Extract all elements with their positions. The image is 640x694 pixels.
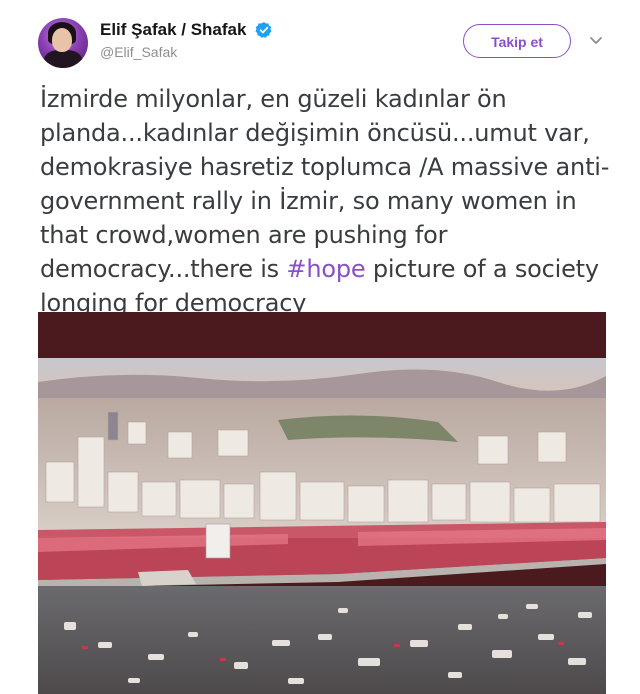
tweet-text-body: İzmirde milyonlar, en güzeli kadınlar ön… — [40, 85, 610, 283]
tweet-text: İzmirde milyonlar, en güzeli kadınlar ön… — [40, 82, 610, 320]
avatar-body — [44, 50, 82, 68]
tweet-photo[interactable] — [38, 312, 606, 694]
tweet-card: Elif Şafak / Shafak @Elif_Safak Takip et… — [0, 0, 640, 694]
author-handle: @Elif_Safak — [100, 44, 178, 60]
avatar-face — [52, 28, 72, 52]
avatar[interactable] — [38, 18, 88, 68]
rally-aerial-photo — [38, 312, 606, 694]
chevron-down-icon[interactable] — [589, 36, 603, 46]
author-display-name[interactable]: Elif Şafak / Shafak — [100, 20, 246, 40]
hashtag-link[interactable]: #hope — [286, 255, 365, 283]
follow-button[interactable]: Takip et — [463, 24, 571, 58]
verified-badge-icon — [255, 22, 272, 38]
author-block[interactable]: Elif Şafak / Shafak @Elif_Safak — [100, 20, 273, 60]
